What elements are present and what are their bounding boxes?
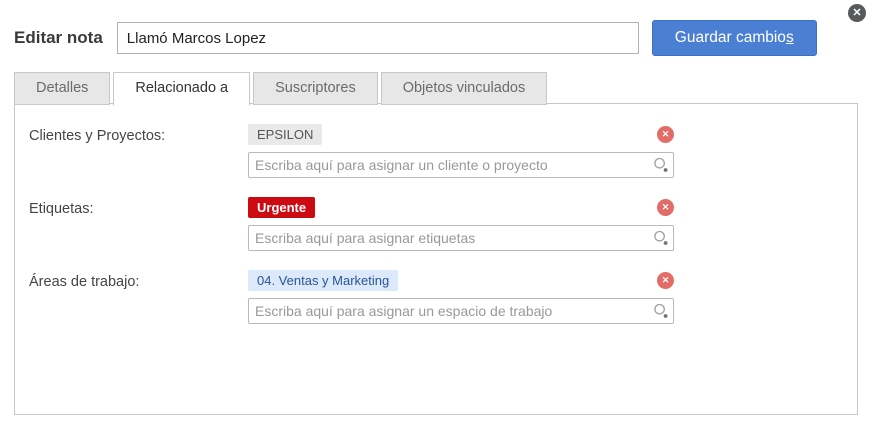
- search-icon: [653, 230, 669, 246]
- tab-relacionado-a[interactable]: Relacionado a: [113, 72, 250, 106]
- remove-label-icon[interactable]: ✕: [657, 199, 674, 216]
- labels-tag-line: Urgente ✕: [248, 197, 674, 218]
- remove-workspace-icon[interactable]: ✕: [657, 272, 674, 289]
- search-icon: [653, 303, 669, 319]
- workspaces-search-wrap: [248, 298, 674, 324]
- workspaces-tag-line: 04. Ventas y Marketing ✕: [248, 270, 674, 291]
- save-button[interactable]: Guardar cambios: [652, 20, 817, 56]
- clients-projects-search-wrap: [248, 152, 674, 178]
- workspaces-label: Áreas de trabajo:: [29, 270, 248, 324]
- workspaces-row: Áreas de trabajo: 04. Ventas y Marketing…: [29, 270, 843, 324]
- modal-header: Editar nota Guardar cambios: [14, 20, 838, 56]
- save-button-accesskey: s: [786, 29, 794, 46]
- close-icon[interactable]: ✕: [848, 4, 866, 22]
- related-to-panel: Clientes y Proyectos: EPSILON ✕ Etiqueta…: [14, 103, 858, 415]
- label-tag[interactable]: Urgente: [248, 197, 315, 218]
- save-button-label: Guardar cambio: [675, 29, 786, 46]
- remove-client-icon[interactable]: ✕: [657, 126, 674, 143]
- modal-title: Editar nota: [14, 28, 103, 48]
- clients-projects-label: Clientes y Proyectos:: [29, 124, 248, 178]
- clients-projects-row: Clientes y Proyectos: EPSILON ✕: [29, 124, 843, 178]
- tab-suscriptores[interactable]: Suscriptores: [253, 72, 378, 105]
- clients-projects-tag-line: EPSILON ✕: [248, 124, 674, 145]
- note-title-input[interactable]: [117, 22, 639, 54]
- workspaces-search-input[interactable]: [248, 298, 674, 324]
- tab-objetos-vinculados[interactable]: Objetos vinculados: [381, 72, 548, 105]
- clients-projects-controls: EPSILON ✕: [248, 124, 674, 178]
- tab-detalles[interactable]: Detalles: [14, 72, 110, 105]
- labels-controls: Urgente ✕: [248, 197, 674, 251]
- tab-bar: Detalles Relacionado a Suscriptores Obje…: [14, 72, 550, 105]
- labels-search-input[interactable]: [248, 225, 674, 251]
- search-icon: [653, 157, 669, 173]
- workspaces-controls: 04. Ventas y Marketing ✕: [248, 270, 674, 324]
- edit-note-modal: ✕ Editar nota Guardar cambios Detalles R…: [0, 0, 873, 424]
- clients-projects-search-input[interactable]: [248, 152, 674, 178]
- labels-row: Etiquetas: Urgente ✕: [29, 197, 843, 251]
- workspace-tag[interactable]: 04. Ventas y Marketing: [248, 270, 398, 291]
- labels-search-wrap: [248, 225, 674, 251]
- labels-label: Etiquetas:: [29, 197, 248, 251]
- client-tag[interactable]: EPSILON: [248, 124, 322, 145]
